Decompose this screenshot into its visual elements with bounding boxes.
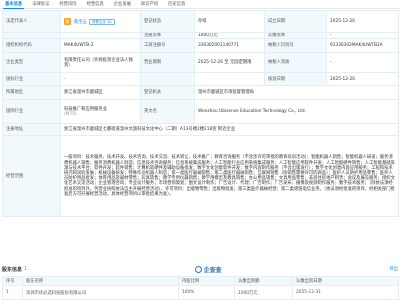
type-label: 企业类型: [2, 52, 61, 74]
reg-no-value: 330302001140771: [194, 38, 265, 54]
region-value: 浙江省温州市鹿城区: [60, 85, 141, 101]
approval-date-label: 核准日期: [264, 72, 327, 87]
tab-operations[interactable]: 经营信息: [82, 1, 109, 7]
business-info-table: 法定代表人 蔡蔡宝玉 关联企业 61 登记状态 存续 成立日期 2025-12-2…: [2, 10, 399, 218]
col-index-header: 序号: [2, 276, 23, 286]
brand-name: 企查查: [203, 266, 222, 274]
established-value: 2025-12-26: [326, 10, 399, 33]
legal-rep-cell: 蔡蔡宝玉 关联企业 61: [60, 10, 141, 33]
legal-rep-label: 法定代表人: [2, 10, 61, 33]
shareholder-table: 序号 股东名称 持股比例 认缴出资额 认缴出资日期 1 深圳市优必选科技股份有限…: [2, 276, 399, 300]
address-label: 注册地址: [2, 123, 61, 137]
blank-mid-label: [140, 72, 195, 87]
col-ratio-header: 持股比例: [178, 276, 235, 286]
shareholder-name-link[interactable]: 深圳市优必选科技股份有限公司: [22, 285, 179, 300]
taxpayer-qualification-value: -: [326, 52, 399, 74]
row-ratio: 100%: [178, 285, 235, 300]
avatar: 蔡: [64, 17, 71, 25]
section-tabs: 基本信息 法律诉讼 经营风险 经营信息 企业发展 知识产权 历史信息: [0, 0, 400, 9]
english-name-value: Wenzhou Ubisense Education Technology Co…: [194, 99, 399, 125]
reg-no-label: 工商注册号: [140, 38, 195, 54]
authority-label: 登记机关: [140, 85, 195, 101]
region-label: 所属地区: [2, 85, 61, 101]
legal-rep-name[interactable]: 蔡宝玉: [74, 20, 87, 25]
approval-date-value: 2025-12-26: [326, 72, 399, 87]
blank-mid-cell: [194, 72, 265, 87]
taxpayer-no-value: 91330302MAK4UWTB2A: [326, 38, 399, 54]
status-value: 存续: [194, 10, 265, 33]
taxpayer-qualification-label: 纳税人资质: [264, 52, 327, 74]
address-value[interactable]: 浙江省温州市鹿城区七都街道温州文旅科技文化中心（二期）A13号楼2楼218室 附…: [60, 123, 399, 137]
intl-industry-label: 国际行业: [2, 99, 61, 125]
related-companies-badge[interactable]: 关联企业 61: [88, 18, 115, 26]
tab-development[interactable]: 企业发展: [109, 1, 136, 7]
authority-value: 温州市鹿城区市场监督管理局: [194, 85, 399, 101]
org-code-value: MAK4UWTB-2: [60, 38, 141, 54]
shareholder-count: 1: [24, 266, 27, 272]
tab-legal[interactable]: 法律诉讼: [27, 1, 54, 7]
shareholder-title: 股东信息: [2, 266, 23, 273]
intl-industry-cell: 科技推广和应用服务业 (M75): [60, 99, 141, 125]
term-label: 营业期限: [140, 52, 195, 74]
shareholder-section-header: 股东信息 1 企查查 导出: [2, 263, 398, 275]
row-date: 2055-12-31: [292, 285, 399, 300]
col-name-header: 股东名称: [22, 276, 179, 286]
tab-risk[interactable]: 经营风险: [54, 1, 81, 7]
row-index: 1: [2, 285, 23, 300]
term-value: 2025-12-26 至 无固定期限: [194, 52, 265, 74]
intl-industry-code: (M75): [64, 111, 77, 117]
org-code-label: 组织机构代码: [2, 38, 61, 54]
scope-label: 经营范围: [2, 135, 61, 218]
status-label: 登记状态: [140, 10, 195, 33]
industry-value: -: [60, 72, 141, 87]
export-button[interactable]: 导出: [389, 266, 398, 272]
tab-history[interactable]: 历史信息: [163, 1, 190, 7]
brand-logo: 企查查: [194, 265, 222, 274]
scope-value: 一般项目：技术服务、技术开发、技术咨询、技术交流、技术转让、技术推广；教育咨询服…: [60, 135, 399, 218]
established-label: 成立日期: [264, 10, 327, 33]
tab-basic-info[interactable]: 基本信息: [0, 1, 27, 9]
type-value: 有限责任公司（外商投资企业法人独资）: [60, 52, 141, 74]
english-name-label: 英文名: [140, 99, 195, 125]
row-amount: 1000万元: [234, 285, 293, 300]
col-date-header: 认缴出资日期: [292, 276, 399, 286]
tab-ip[interactable]: 知识产权: [136, 1, 163, 7]
table-row: 1 深圳市优必选科技股份有限公司 100% 1000万元 2055-12-31: [2, 285, 399, 300]
brand-logo-icon: [194, 265, 202, 273]
col-amount-header: 认缴出资额: [234, 276, 293, 286]
taxpayer-no-label: 纳税人识别号: [264, 38, 327, 54]
industry-label: 国标行业: [2, 72, 61, 87]
